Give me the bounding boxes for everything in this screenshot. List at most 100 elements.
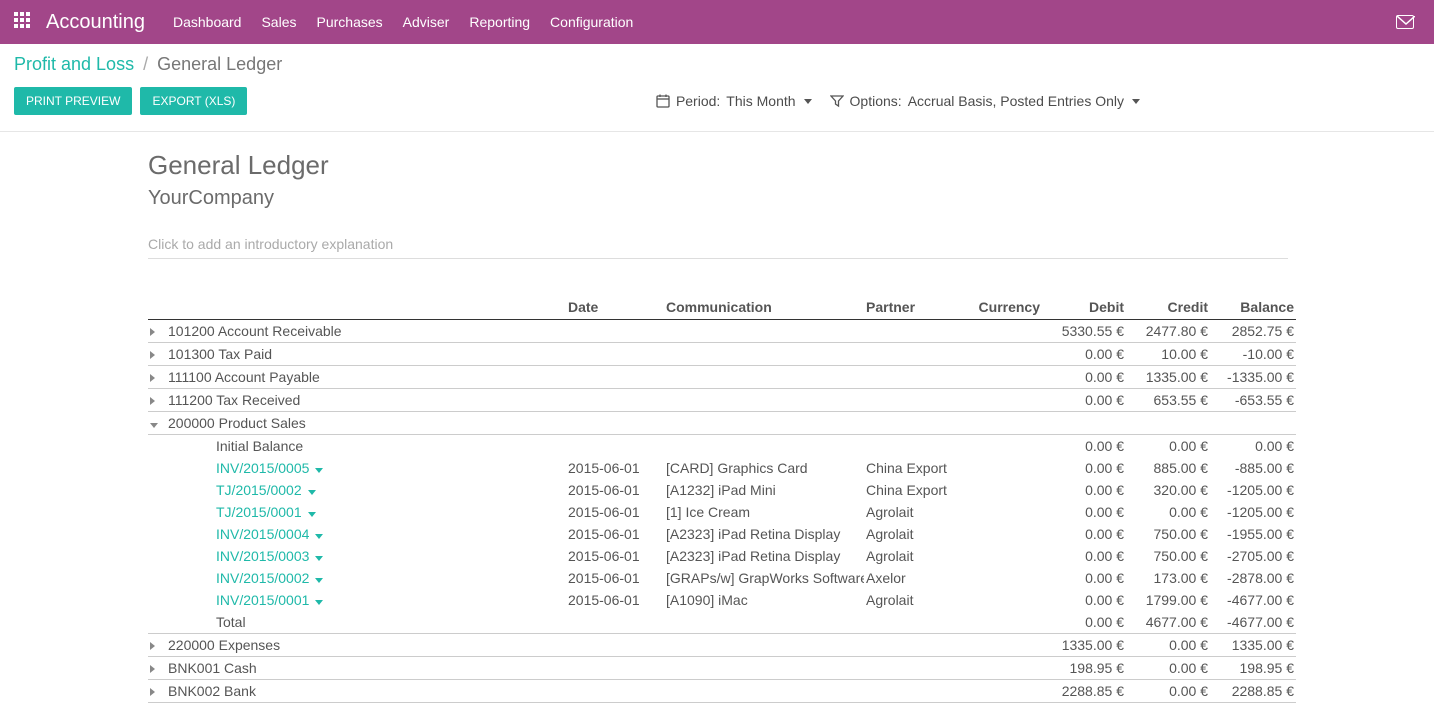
- top-navbar: Accounting Dashboard Sales Purchases Adv…: [0, 0, 1434, 44]
- credit-value: 0.00 €: [1126, 657, 1210, 680]
- balance-value: 1335.00 €: [1210, 634, 1296, 657]
- apps-grid-icon[interactable]: [14, 12, 34, 32]
- caret-right-icon[interactable]: [150, 374, 155, 382]
- account-row[interactable]: 111200 Tax Received0.00 €653.55 €-653.55…: [148, 389, 1296, 412]
- initial-balance-label: Initial Balance: [166, 435, 566, 458]
- expand-toggle[interactable]: [148, 389, 166, 412]
- caret-down-icon: [308, 490, 316, 495]
- entry-partner: Agrolait: [864, 501, 964, 523]
- entry-link[interactable]: INV/2015/0001: [216, 592, 323, 608]
- breadcrumb-parent[interactable]: Profit and Loss: [14, 54, 134, 74]
- expand-toggle[interactable]: [148, 343, 166, 366]
- initial-balance-row: Initial Balance0.00 €0.00 €0.00 €: [148, 435, 1296, 458]
- separator: [0, 131, 1434, 132]
- col-currency: Currency: [964, 295, 1042, 320]
- balance-value: -1205.00 €: [1210, 501, 1296, 523]
- account-row[interactable]: 101200 Account Receivable5330.55 €2477.8…: [148, 320, 1296, 343]
- entry-partner: Agrolait: [864, 545, 964, 567]
- caret-right-icon[interactable]: [150, 328, 155, 336]
- ledger-line-row: INV/2015/0003 2015-06-01[A2323] iPad Ret…: [148, 545, 1296, 567]
- expand-toggle[interactable]: [148, 657, 166, 680]
- nav-dashboard[interactable]: Dashboard: [173, 14, 242, 30]
- account-row[interactable]: BNK001 Cash198.95 €0.00 €198.95 €: [148, 657, 1296, 680]
- nav-purchases[interactable]: Purchases: [317, 14, 383, 30]
- expand-toggle[interactable]: [148, 634, 166, 657]
- entry-link[interactable]: INV/2015/0003: [216, 548, 323, 564]
- entry-ref[interactable]: INV/2015/0004: [166, 523, 566, 545]
- caret-down-icon: [804, 99, 812, 104]
- entry-date: 2015-06-01: [566, 501, 664, 523]
- debit-value: 0.00 €: [1042, 611, 1126, 634]
- debit-value: 0.00 €: [1042, 457, 1126, 479]
- entry-communication: [A1090] iMac: [664, 589, 864, 611]
- balance-value: -1955.00 €: [1210, 523, 1296, 545]
- account-row[interactable]: 200000 Product Sales: [148, 412, 1296, 435]
- credit-value: 0.00 €: [1126, 501, 1210, 523]
- entry-partner: Agrolait: [864, 523, 964, 545]
- entry-ref[interactable]: INV/2015/0005: [166, 457, 566, 479]
- debit-value: 0.00 €: [1042, 479, 1126, 501]
- entry-communication: [A2323] iPad Retina Display: [664, 523, 864, 545]
- debit-value: 0.00 €: [1042, 589, 1126, 611]
- entry-ref[interactable]: TJ/2015/0001: [166, 501, 566, 523]
- account-name: 200000 Product Sales: [166, 412, 566, 435]
- caret-right-icon[interactable]: [150, 351, 155, 359]
- breadcrumb-bar: Profit and Loss / General Ledger: [0, 44, 1434, 75]
- intro-placeholder[interactable]: Click to add an introductory explanation: [148, 236, 1288, 259]
- credit-value: 320.00 €: [1126, 479, 1210, 501]
- nav-adviser[interactable]: Adviser: [403, 14, 450, 30]
- col-balance: Balance: [1210, 295, 1296, 320]
- entry-ref[interactable]: TJ/2015/0002: [166, 479, 566, 501]
- account-row[interactable]: BNK002 Bank2288.85 €0.00 €2288.85 €: [148, 680, 1296, 703]
- expand-toggle[interactable]: [148, 320, 166, 343]
- expand-toggle[interactable]: [148, 366, 166, 389]
- entry-ref[interactable]: INV/2015/0003: [166, 545, 566, 567]
- entry-ref[interactable]: INV/2015/0001: [166, 589, 566, 611]
- entry-ref[interactable]: INV/2015/0002: [166, 567, 566, 589]
- account-row[interactable]: 111100 Account Payable0.00 €1335.00 €-13…: [148, 366, 1296, 389]
- export-xls-button[interactable]: EXPORT (XLS): [140, 87, 247, 115]
- entry-date: 2015-06-01: [566, 545, 664, 567]
- entry-partner: China Export: [864, 479, 964, 501]
- mail-icon[interactable]: [1396, 15, 1414, 29]
- caret-right-icon[interactable]: [150, 397, 155, 405]
- filter-icon: [830, 94, 844, 108]
- account-name: 220000 Expenses: [166, 634, 566, 657]
- calendar-icon: [656, 94, 670, 108]
- nav-sales[interactable]: Sales: [261, 14, 296, 30]
- entry-link[interactable]: TJ/2015/0002: [216, 482, 316, 498]
- balance-value: -1205.00 €: [1210, 479, 1296, 501]
- print-preview-button[interactable]: PRINT PREVIEW: [14, 87, 132, 115]
- nav-configuration[interactable]: Configuration: [550, 14, 633, 30]
- nav-menu: Dashboard Sales Purchases Adviser Report…: [173, 14, 633, 30]
- balance-value: [1210, 412, 1296, 435]
- account-row[interactable]: 101300 Tax Paid0.00 €10.00 €-10.00 €: [148, 343, 1296, 366]
- account-row[interactable]: 220000 Expenses1335.00 €0.00 €1335.00 €: [148, 634, 1296, 657]
- credit-value: 1335.00 €: [1126, 366, 1210, 389]
- credit-value: 10.00 €: [1126, 343, 1210, 366]
- caret-down-icon[interactable]: [150, 423, 158, 428]
- account-name: 111200 Tax Received: [166, 389, 566, 412]
- credit-value: 0.00 €: [1126, 634, 1210, 657]
- entry-link[interactable]: INV/2015/0002: [216, 570, 323, 586]
- entry-link[interactable]: TJ/2015/0001: [216, 504, 316, 520]
- balance-value: -2878.00 €: [1210, 567, 1296, 589]
- expand-toggle[interactable]: [148, 412, 166, 435]
- options-filter[interactable]: Options: Accrual Basis, Posted Entries O…: [830, 93, 1140, 109]
- caret-right-icon[interactable]: [150, 665, 155, 673]
- debit-value: [1042, 412, 1126, 435]
- entry-partner: Axelor: [864, 567, 964, 589]
- nav-reporting[interactable]: Reporting: [469, 14, 530, 30]
- entry-link[interactable]: INV/2015/0004: [216, 526, 323, 542]
- caret-right-icon[interactable]: [150, 688, 155, 696]
- period-filter[interactable]: Period: This Month: [656, 93, 812, 109]
- entry-partner: Agrolait: [864, 589, 964, 611]
- entry-date: 2015-06-01: [566, 589, 664, 611]
- ledger-line-row: TJ/2015/0001 2015-06-01[1] Ice CreamAgro…: [148, 501, 1296, 523]
- entry-link[interactable]: INV/2015/0005: [216, 460, 323, 476]
- expand-toggle[interactable]: [148, 680, 166, 703]
- ledger-line-row: INV/2015/0004 2015-06-01[A2323] iPad Ret…: [148, 523, 1296, 545]
- balance-value: -653.55 €: [1210, 389, 1296, 412]
- caret-right-icon[interactable]: [150, 642, 155, 650]
- debit-value: 2288.85 €: [1042, 680, 1126, 703]
